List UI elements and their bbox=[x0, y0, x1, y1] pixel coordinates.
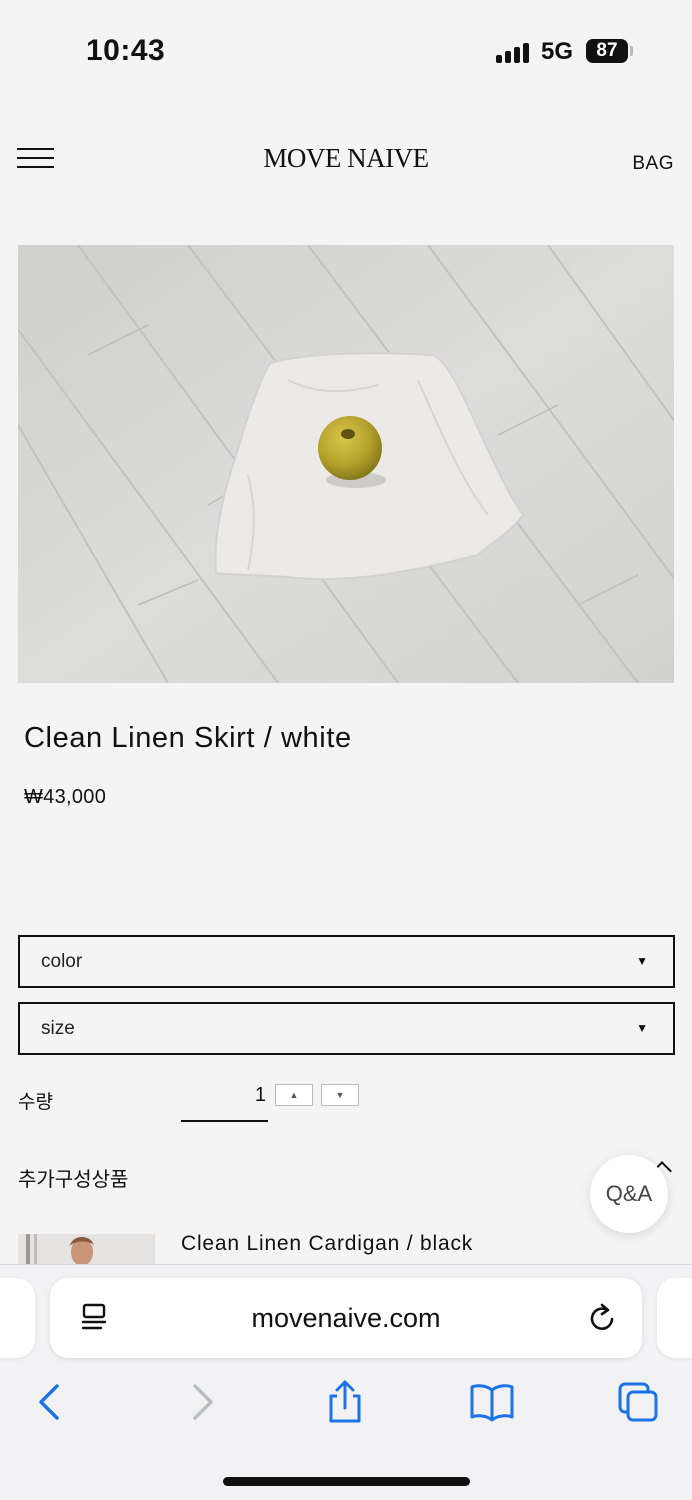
addon-thumbnail bbox=[18, 1234, 155, 1266]
addon-section-label: 추가구성상품 bbox=[18, 1169, 129, 1191]
status-time: 10:43 bbox=[86, 34, 166, 67]
color-select[interactable]: color ▼ bbox=[18, 935, 675, 988]
next-tab-preview[interactable] bbox=[657, 1278, 692, 1358]
share-icon[interactable] bbox=[321, 1380, 369, 1424]
size-select-value: size bbox=[41, 1018, 75, 1039]
qa-button[interactable]: Q&A bbox=[590, 1155, 668, 1233]
address-bar[interactable]: movenaive.com bbox=[50, 1278, 642, 1358]
addon-item-name[interactable]: Clean Linen Cardigan / black bbox=[181, 1232, 473, 1256]
battery-icon: 87 bbox=[586, 39, 628, 63]
dropdown-arrow-icon: ▼ bbox=[636, 1021, 648, 1035]
dropdown-arrow-icon: ▼ bbox=[636, 954, 648, 968]
tabs-icon[interactable] bbox=[614, 1380, 662, 1424]
network-type: 5G bbox=[541, 38, 574, 65]
url-text: movenaive.com bbox=[251, 1303, 441, 1333]
size-select[interactable]: size ▼ bbox=[18, 1002, 675, 1055]
previous-tab-preview[interactable] bbox=[0, 1278, 35, 1358]
home-indicator bbox=[223, 1477, 470, 1486]
back-icon[interactable] bbox=[27, 1380, 75, 1424]
site-logo[interactable]: MOVE NAIVE bbox=[0, 143, 692, 174]
product-price: ₩43,000 bbox=[24, 786, 107, 808]
color-select-value: color bbox=[41, 951, 83, 972]
reload-icon[interactable] bbox=[588, 1302, 618, 1334]
forward-icon[interactable] bbox=[177, 1380, 225, 1424]
cellular-signal-icon bbox=[496, 41, 532, 63]
bookmarks-icon[interactable] bbox=[468, 1380, 516, 1424]
quantity-down-icon[interactable]: ▼ bbox=[321, 1084, 359, 1106]
product-image bbox=[18, 245, 674, 683]
battery-tip bbox=[630, 46, 633, 56]
quantity-label: 수량 bbox=[18, 1092, 53, 1113]
product-title: Clean Linen Skirt / white bbox=[24, 722, 352, 754]
quantity-up-icon[interactable]: ▲ bbox=[275, 1084, 313, 1106]
bag-link[interactable]: BAG bbox=[632, 153, 674, 175]
quantity-input[interactable]: 1 bbox=[181, 1080, 268, 1122]
